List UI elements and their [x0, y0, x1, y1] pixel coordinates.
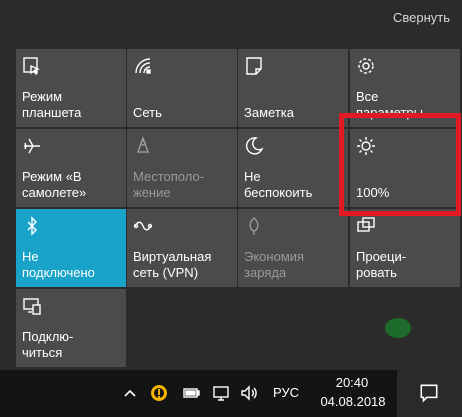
- volume-icon[interactable]: [239, 383, 259, 403]
- tile-label: Все параметры: [356, 89, 423, 120]
- tile-battery-saver[interactable]: Экономия заряда: [238, 209, 348, 287]
- tile-tablet-mode[interactable]: Режим планшета: [16, 49, 126, 127]
- action-center: Свернуть Режим планшета Сеть Заметка Все…: [0, 0, 462, 370]
- tile-label: Заметка: [244, 105, 294, 120]
- tile-brightness[interactable]: 100%: [350, 129, 460, 207]
- tile-label: Местополо- жение: [133, 169, 205, 200]
- tile-do-not-disturb[interactable]: Не беспокоить: [238, 129, 348, 207]
- tile-label: Не беспокоить: [244, 169, 313, 200]
- bluetooth-icon: [21, 215, 43, 237]
- tablet-mode-icon: [21, 55, 43, 77]
- monitor-icon[interactable]: [211, 383, 231, 403]
- network-icon: [132, 55, 154, 77]
- note-icon: [243, 55, 265, 77]
- airplane-icon: [21, 135, 43, 157]
- tile-bluetooth[interactable]: Не подключено: [16, 209, 126, 287]
- battery-saver-icon: [243, 215, 265, 237]
- brightness-value: 100%: [356, 185, 390, 200]
- tile-airplane-mode[interactable]: Режим «В самолете»: [16, 129, 126, 207]
- tile-vpn[interactable]: Виртуальная сеть (VPN): [127, 209, 237, 287]
- chevron-up-icon[interactable]: [120, 383, 140, 403]
- tile-label: Режим планшета: [22, 89, 82, 120]
- tile-label: Виртуальная сеть (VPN): [133, 249, 212, 280]
- moon-icon: [243, 135, 265, 157]
- collapse-button[interactable]: Свернуть: [393, 10, 450, 25]
- tile-label: Экономия заряда: [244, 249, 305, 280]
- battery-icon[interactable]: [181, 383, 201, 403]
- tile-network[interactable]: Сеть: [127, 49, 237, 127]
- brightness-icon: [355, 135, 377, 157]
- tile-all-settings[interactable]: Все параметры: [350, 49, 460, 127]
- notification-button[interactable]: [397, 370, 462, 417]
- tile-location[interactable]: Местополо- жение: [127, 129, 237, 207]
- tile-label: Режим «В самолете»: [22, 169, 87, 200]
- location-icon: [132, 135, 154, 157]
- clock-time[interactable]: 20:40: [332, 375, 372, 390]
- tile-project[interactable]: Проеци- ровать: [350, 209, 460, 287]
- language-indicator[interactable]: РУС: [273, 385, 299, 400]
- notification-icon: [420, 384, 438, 403]
- app-icon[interactable]: [149, 383, 169, 403]
- vpn-icon: [132, 215, 154, 237]
- clock-date[interactable]: 04.08.2018: [318, 394, 388, 409]
- tile-label: Не подключено: [22, 249, 95, 280]
- background-blur: [385, 318, 411, 338]
- tile-note[interactable]: Заметка: [238, 49, 348, 127]
- gear-icon: [355, 55, 377, 77]
- tile-label: Подклю- читься: [22, 329, 74, 360]
- connect-icon: [21, 295, 43, 317]
- project-icon: [355, 215, 377, 237]
- tile-connect[interactable]: Подклю- читься: [16, 289, 126, 367]
- tile-label: Сеть: [133, 105, 162, 120]
- taskbar: РУС 20:40 04.08.2018: [0, 370, 462, 417]
- tile-label: Проеци- ровать: [356, 249, 407, 280]
